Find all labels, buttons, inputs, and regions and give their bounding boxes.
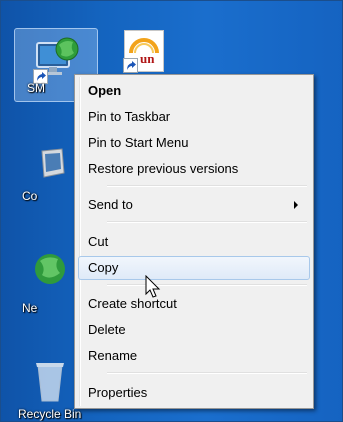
menu-item-label: Pin to Taskbar [88,109,171,124]
menu-item-label: Send to [88,197,133,212]
menu-item-pin-to-start-menu[interactable]: Pin to Start Menu [78,131,310,155]
context-menu: Open Pin to Taskbar Pin to Start Menu Re… [74,74,314,409]
menu-separator [107,284,307,286]
menu-item-label: Copy [88,260,119,275]
menu-separator [107,185,307,187]
computer-desktop-icon[interactable]: Co [20,145,74,205]
menu-separator [107,221,307,223]
menu-item-cut[interactable]: Cut [78,230,310,254]
desktop-icon-label: Recycle Bin [18,407,82,421]
menu-item-label: Restore previous versions [88,161,239,176]
menu-item-rename[interactable]: Rename [78,344,310,368]
menu-item-restore-previous-versions[interactable]: Restore previous versions [78,157,310,181]
network-icon [35,254,65,284]
menu-item-label: Open [88,83,122,98]
menu-item-label: Delete [88,322,126,337]
un-shortcut-desktop-icon[interactable]: un [120,30,166,76]
menu-item-label: Pin to Start Menu [88,135,189,150]
menu-item-copy[interactable]: Copy [78,256,310,280]
menu-item-label: Rename [88,348,138,363]
computer-icon [41,148,65,178]
menu-item-label: Properties [88,385,148,400]
menu-item-create-shortcut[interactable]: Create shortcut [78,292,310,316]
mouse-cursor-icon [145,275,161,298]
menu-item-open[interactable]: Open [78,79,310,103]
shortcut-arrow-icon [123,58,138,73]
menu-item-label: Create shortcut [88,296,177,311]
network-desktop-icon[interactable]: Ne [20,245,74,315]
desktop: SM un Co Ne Recycle Bin Open Pin to Task… [0,0,343,422]
menu-item-delete[interactable]: Delete [78,318,310,342]
menu-separator [107,372,307,374]
desktop-icon-label: Ne [22,301,38,315]
desktop-icon-label: SM [27,81,45,95]
submenu-arrow-icon [294,201,298,209]
desktop-icon-label: Co [22,189,38,203]
un-logo-text: un [140,51,155,66]
menu-item-label: Cut [88,234,109,249]
recycle-bin-icon [36,363,64,402]
menu-item-pin-to-taskbar[interactable]: Pin to Taskbar [78,105,310,129]
menu-item-send-to[interactable]: Send to [78,193,310,217]
menu-item-properties[interactable]: Properties [78,381,310,405]
